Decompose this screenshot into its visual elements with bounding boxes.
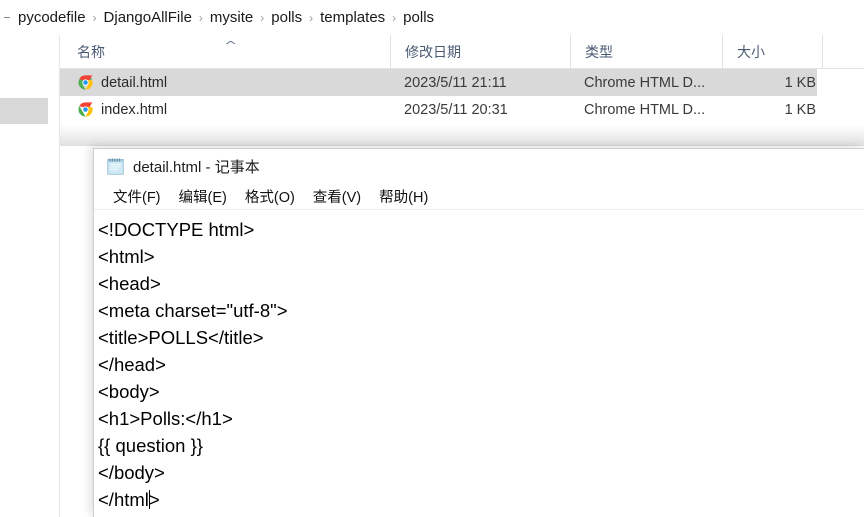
breadcrumb-item-pycodefile[interactable]: pycodefile [13, 7, 91, 28]
menu-item-file[interactable]: 文件(F) [104, 184, 170, 209]
code-line-with-caret: </html> [98, 486, 864, 513]
menu-item-view[interactable]: 查看(V) [304, 184, 370, 209]
code-line: <meta charset="utf-8"> [98, 300, 288, 321]
column-divider [822, 35, 823, 68]
breadcrumb-item-polls-leaf[interactable]: polls [398, 7, 439, 28]
notepad-icon [106, 157, 125, 176]
breadcrumb-overflow-icon[interactable] [4, 17, 10, 18]
menu-item-edit[interactable]: 编辑(E) [170, 184, 236, 209]
notepad-title-bar[interactable]: detail.html - 记事本 [94, 149, 864, 183]
menu-item-format[interactable]: 格式(O) [236, 184, 304, 209]
file-type-cell: Chrome HTML D... [584, 101, 706, 118]
code-line: </body> [98, 462, 165, 483]
chevron-right-icon: › [392, 10, 397, 25]
notepad-menu-bar[interactable]: 文件(F) 编辑(E) 格式(O) 查看(V) 帮助(H) [94, 183, 864, 210]
code-line-text: </html> [98, 489, 160, 510]
chevron-right-icon: › [260, 10, 265, 25]
chrome-icon [77, 101, 94, 118]
column-header-size-label: 大小 [737, 43, 765, 60]
chevron-right-icon: › [198, 10, 203, 25]
table-row[interactable]: index.html 2023/5/11 20:31 Chrome HTML D… [60, 96, 817, 123]
code-line: <h1>Polls:</h1> [98, 408, 233, 429]
file-type-cell: Chrome HTML D... [584, 74, 706, 91]
code-line: {{ question }} [98, 435, 203, 456]
file-list-column-headers: 名称 ^ 修改日期 类型 大小 [60, 35, 864, 69]
column-header-name[interactable]: 名称 ^ [60, 35, 390, 68]
code-line: <title>POLLS</title> [98, 327, 264, 348]
table-row[interactable]: detail.html 2023/5/11 21:11 Chrome HTML … [60, 69, 817, 96]
navigation-pane-selected-item[interactable] [0, 98, 48, 124]
code-line: <body> [98, 381, 160, 402]
notepad-text-area[interactable]: <!DOCTYPE html> <html> <head> <meta char… [94, 210, 864, 515]
file-date-cell: 2023/5/11 20:31 [404, 101, 508, 118]
breadcrumb-item-mysite[interactable]: mysite [205, 7, 258, 28]
file-size-cell: 1 KB [784, 74, 816, 91]
column-header-date-label: 修改日期 [405, 43, 461, 60]
column-header-type-label: 类型 [585, 43, 613, 60]
code-line: </head> [98, 354, 166, 375]
sort-ascending-icon: ^ [223, 39, 238, 52]
navigation-pane-lower[interactable] [0, 146, 60, 517]
chrome-icon [77, 74, 94, 91]
navigation-pane[interactable] [0, 35, 60, 145]
column-header-size[interactable]: 大小 [722, 35, 822, 68]
breadcrumb[interactable]: pycodefile › DjangoAllFile › mysite › po… [0, 0, 864, 35]
code-line: <head> [98, 273, 161, 294]
chevron-right-icon: › [309, 10, 314, 25]
file-list-fade [60, 124, 864, 146]
chevron-right-icon: › [92, 10, 97, 25]
menu-item-help[interactable]: 帮助(H) [370, 184, 437, 209]
file-date-cell: 2023/5/11 21:11 [404, 74, 507, 91]
code-line: <html> [98, 246, 155, 267]
file-name-cell[interactable]: detail.html [77, 74, 167, 91]
column-header-name-label: 名称 [77, 43, 105, 60]
breadcrumb-item-polls[interactable]: polls [266, 7, 307, 28]
notepad-window[interactable]: detail.html - 记事本 文件(F) 编辑(E) 格式(O) 查看(V… [93, 148, 864, 517]
column-header-type[interactable]: 类型 [570, 35, 722, 68]
column-header-date-modified[interactable]: 修改日期 [390, 35, 570, 68]
file-name-label: index.html [101, 101, 168, 118]
code-line: <!DOCTYPE html> [98, 219, 255, 240]
file-size-cell: 1 KB [784, 101, 816, 118]
breadcrumb-item-templates[interactable]: templates [315, 7, 390, 28]
file-name-cell[interactable]: index.html [77, 101, 167, 118]
file-name-label: detail.html [101, 74, 168, 91]
notepad-title-label: detail.html - 记事本 [133, 158, 260, 176]
breadcrumb-item-djangoallfile[interactable]: DjangoAllFile [99, 7, 197, 28]
